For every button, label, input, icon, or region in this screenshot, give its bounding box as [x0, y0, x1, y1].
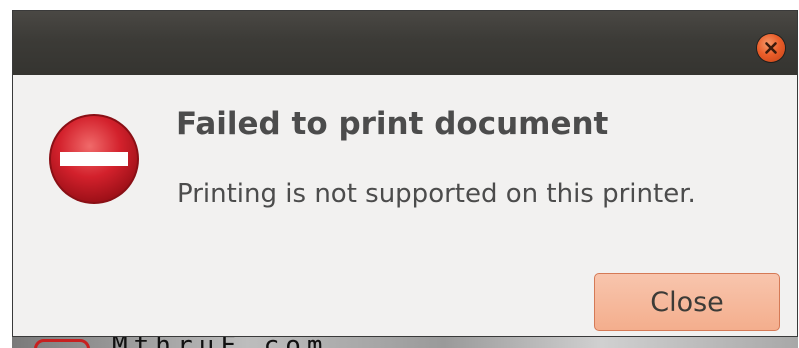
error-icon: [47, 112, 141, 206]
titlebar-close-button[interactable]: [757, 34, 785, 62]
close-button-label: Close: [650, 286, 724, 318]
background-window-fragment: MthruF.com: [12, 337, 798, 348]
dialog-titlebar: [13, 11, 797, 75]
background-text: MthruF.com: [112, 337, 329, 348]
error-dialog: Failed to print document Printing is not…: [12, 10, 798, 337]
screenshot-frame: Failed to print document Printing is not…: [0, 0, 799, 348]
dialog-message: Printing is not supported on this printe…: [177, 179, 696, 209]
close-button[interactable]: Close: [594, 273, 780, 331]
close-icon: [765, 42, 777, 54]
background-logo: [34, 339, 90, 348]
dialog-heading: Failed to print document: [176, 106, 609, 142]
